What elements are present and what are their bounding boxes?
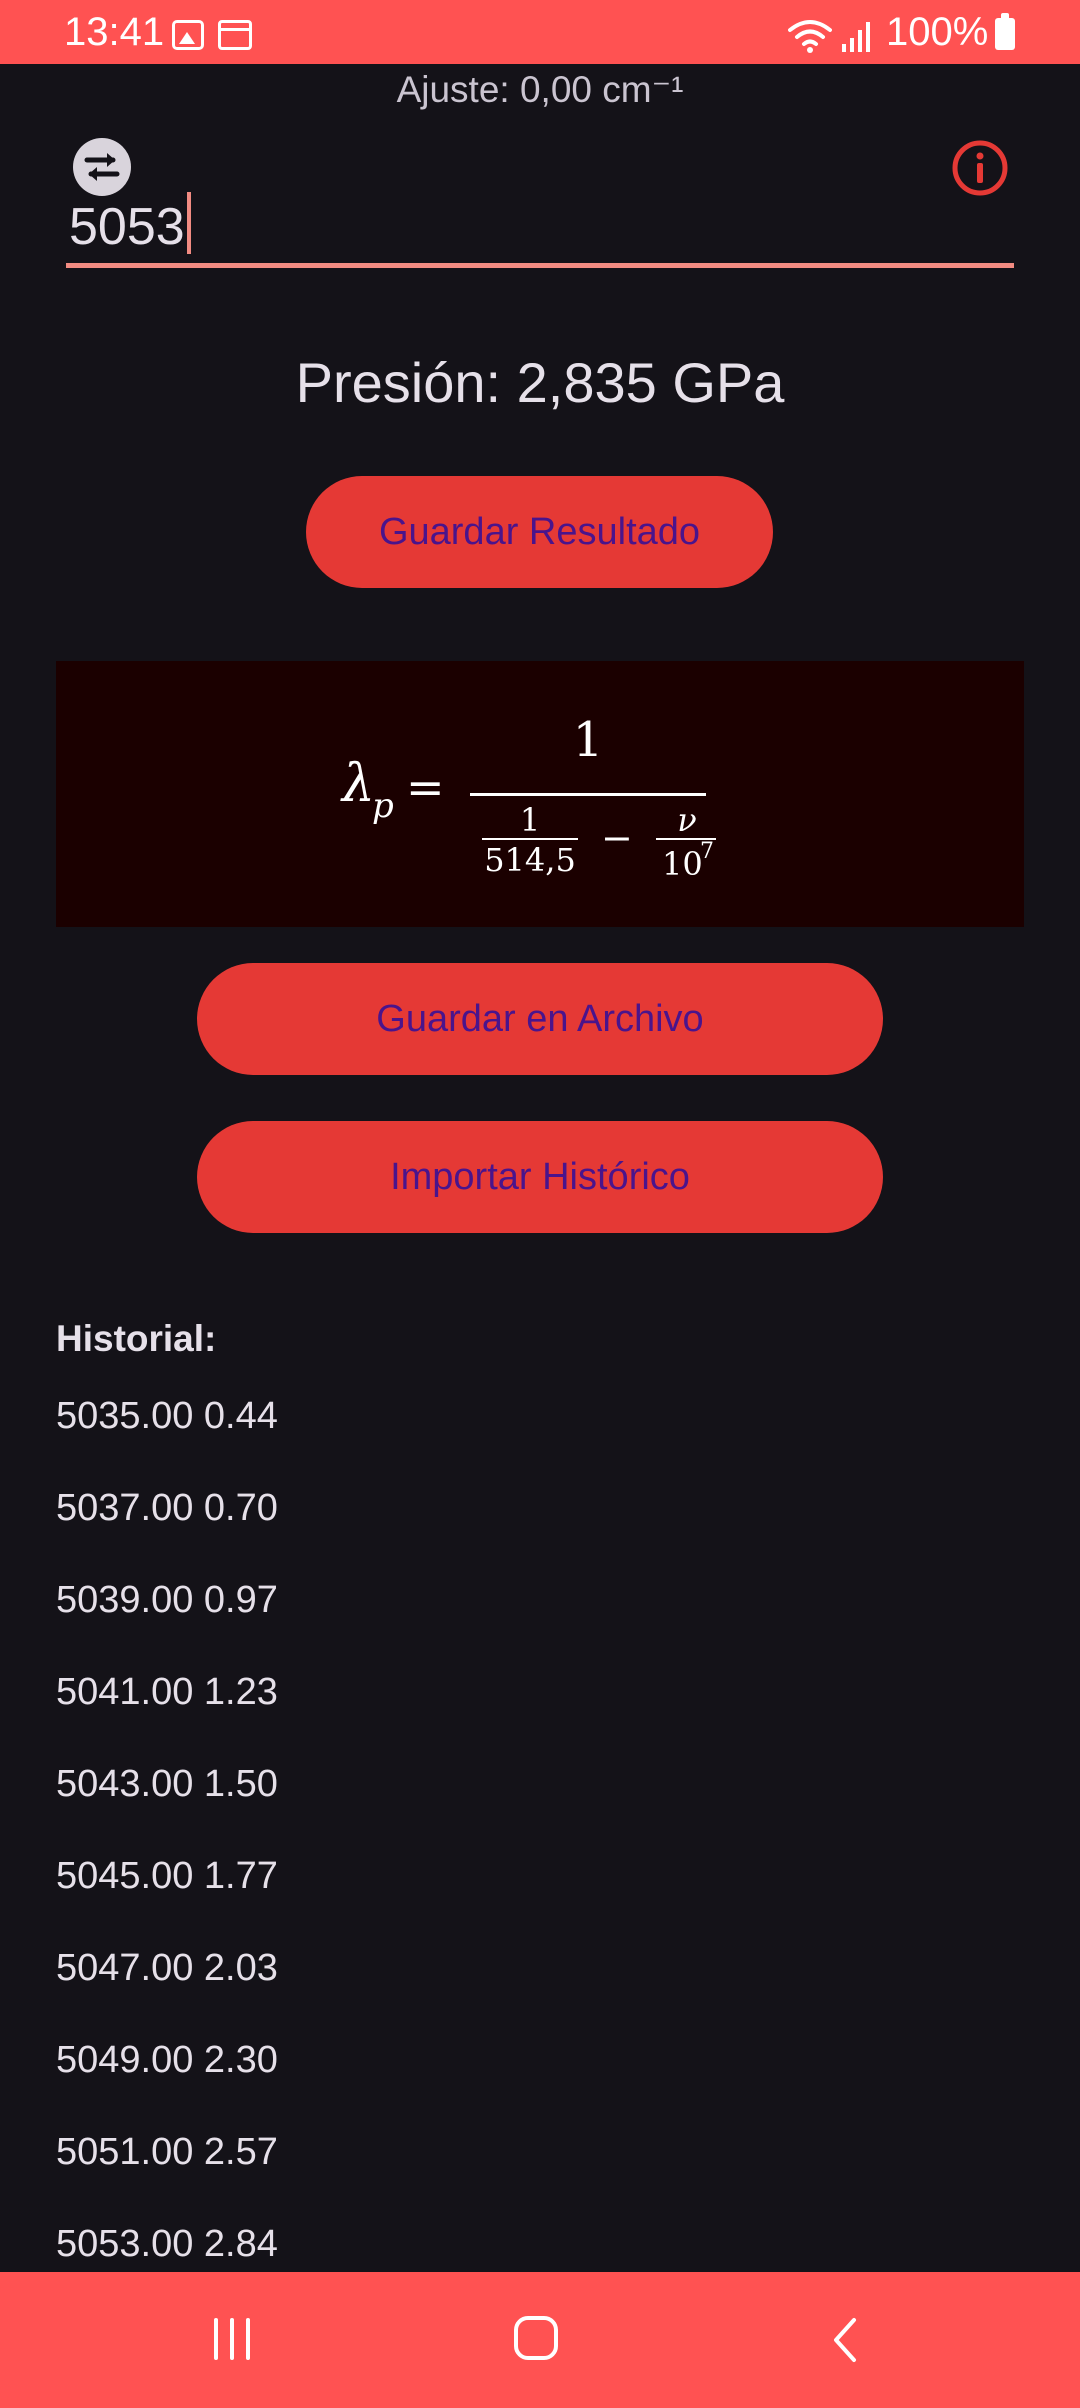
battery-percentage: 100% [886, 10, 989, 54]
recents-button[interactable] [210, 2318, 254, 2362]
history-item: 5041.00 1.23 [56, 1671, 278, 1713]
calendar-icon [218, 20, 252, 50]
save-to-file-button[interactable]: Guardar en Archivo [197, 963, 883, 1075]
save-result-button[interactable]: Guardar Resultado [306, 476, 773, 588]
formula-lambda: λ [340, 754, 375, 814]
navigation-bar [0, 2272, 1080, 2408]
text-caret [186, 192, 191, 254]
history-item: 5037.00 0.70 [56, 1487, 278, 1529]
signal-icon [842, 22, 870, 52]
wavenumber-input[interactable]: 5053 [66, 186, 1014, 268]
battery-icon [995, 13, 1015, 50]
wifi-icon [788, 20, 832, 53]
formula-equals: = [406, 760, 445, 814]
status-bar: 13:41 100% [0, 0, 1080, 64]
home-button[interactable] [514, 2316, 558, 2360]
history-title: Historial: [56, 1318, 217, 1359]
import-history-button[interactable]: Importar Histórico [197, 1121, 883, 1233]
history-item: 5051.00 2.57 [56, 2131, 278, 2173]
history-item: 5035.00 0.44 [56, 1395, 278, 1437]
image-icon [172, 20, 204, 50]
formula-panel: λ p = 1 1 514,5 − ν 10 7 [56, 661, 1024, 927]
formula-nu: ν [677, 801, 696, 839]
formula-inner-denominator: 514,5 [484, 841, 576, 879]
formula-ten: 10 [662, 845, 703, 883]
formula-inner-numerator: 1 [520, 801, 540, 839]
status-time: 13:41 [64, 10, 165, 54]
history-item: 5039.00 0.97 [56, 1579, 278, 1621]
formula-lambda-subscript: p [372, 786, 394, 826]
history-list: 5035.00 0.44 5037.00 0.70 5039.00 0.97 5… [56, 1386, 278, 2306]
back-button[interactable] [826, 2316, 866, 2364]
history-item: 5049.00 2.30 [56, 2039, 278, 2081]
formula-main-fraction-bar [470, 793, 706, 796]
formula-numerator: 1 [573, 712, 604, 768]
history-item: 5043.00 1.50 [56, 1763, 278, 1805]
formula-minus: − [601, 816, 633, 860]
formula-inner-fraction-bar [482, 838, 578, 840]
input-value: 5053 [69, 198, 185, 256]
adjust-label: Ajuste: 0,00 cm⁻¹ [396, 69, 684, 110]
pressure-result: Presión: 2,835 GPa [295, 351, 785, 414]
history-item: 5045.00 1.77 [56, 1855, 278, 1897]
history-item: 5047.00 2.03 [56, 1947, 278, 1989]
formula-exponent: 7 [700, 839, 714, 864]
formula-svg: λ p = 1 1 514,5 − ν 10 7 [340, 712, 716, 883]
recents-icon [214, 2318, 218, 2360]
